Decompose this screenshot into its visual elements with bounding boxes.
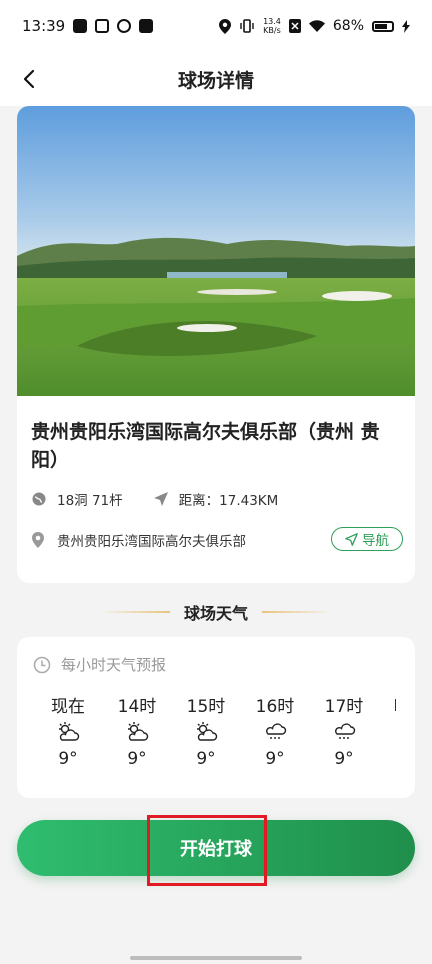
status-left: 13:39 (22, 17, 154, 35)
weather-section-header: 球场天气 (0, 598, 432, 626)
partly-cloudy-icon (33, 721, 103, 747)
highlight-annotation-box (147, 815, 267, 886)
hour-item-partial (395, 699, 402, 711)
battery-icon (372, 20, 394, 32)
hour-temp: 9° (265, 749, 285, 769)
net-speed: 13.4 KB/s (263, 17, 281, 35)
home-indicator (130, 956, 302, 960)
wifi-icon (308, 20, 325, 32)
course-name: 贵州贵阳乐湾国际高尔夫俱乐部（贵州 贵阳） (31, 421, 380, 471)
partly-cloudy-icon (102, 721, 172, 747)
hourly-forecast-header: 每小时天气预报 (33, 654, 166, 675)
status-right: 13.4 KB/s 68% (219, 17, 410, 35)
charging-icon (402, 19, 410, 33)
clock-icon (33, 656, 51, 673)
vibrate-icon (240, 19, 254, 33)
location-pin-icon (32, 532, 44, 548)
partly-cloudy-icon (171, 721, 241, 747)
hour-temp: 9° (196, 749, 216, 769)
hour-label: 现在 (51, 697, 85, 717)
mail-icon (139, 19, 154, 33)
course-address-row: 贵州贵阳乐湾国际高尔夫俱乐部 导航 (31, 527, 403, 551)
globe-icon (32, 492, 46, 506)
light-rain-icon (309, 721, 379, 747)
hour-item: 17时 9° (309, 695, 379, 771)
hour-item: 14时 9° (102, 695, 172, 771)
battery-percent: 68% (332, 18, 364, 34)
hour-label: 14时 (117, 697, 157, 717)
no-sim-icon (288, 19, 301, 33)
hour-label: 17时 (324, 697, 364, 717)
course-address: 贵州贵阳乐湾国际高尔夫俱乐部 (57, 534, 246, 550)
app-header: 球场详情 (0, 52, 432, 106)
divider-right (262, 611, 332, 613)
location-icon (219, 18, 232, 34)
course-meta: 18洞 71杆 距离：17.43KM (31, 489, 278, 509)
hour-item: 15时 9° (171, 695, 241, 771)
course-distance: 距离：17.43KM (178, 493, 279, 509)
navigate-label: 导航 (362, 533, 389, 549)
hour-item: 16时 9° (240, 695, 310, 771)
course-holes: 18洞 71杆 (57, 493, 123, 509)
hourly-forecast-label: 每小时天气预报 (61, 656, 167, 674)
hour-item: 现在 9° (33, 695, 103, 771)
light-rain-icon (240, 721, 310, 747)
tiktok-icon (73, 19, 88, 33)
weather-card: 每小时天气预报 现在 9° 14时 9° 15时 9° 16时 9° 17时 9… (17, 637, 415, 798)
course-photo (17, 106, 415, 396)
divider-left (99, 611, 170, 613)
page-title: 球场详情 (177, 69, 254, 92)
hour-label: 16时 (255, 697, 295, 717)
link-icon (117, 19, 132, 33)
store-icon (95, 19, 110, 33)
navigate-icon (345, 532, 358, 546)
back-arrow-icon (23, 69, 35, 89)
navigate-button[interactable]: 导航 (331, 527, 403, 551)
hourly-forecast-list[interactable]: 现在 9° 14时 9° 15时 9° 16时 9° 17时 9° (17, 695, 415, 785)
direction-icon (153, 492, 168, 506)
hour-temp: 9° (334, 749, 354, 769)
hour-temp: 9° (127, 749, 147, 769)
hour-temp: 9° (58, 749, 78, 769)
back-button[interactable] (14, 64, 44, 94)
net-speed-value: 13.4 (263, 17, 281, 26)
status-time: 13:39 (22, 17, 66, 35)
course-card: 贵州贵阳乐湾国际高尔夫俱乐部（贵州 贵阳） 18洞 71杆 距离：17.43KM… (17, 106, 415, 583)
weather-section-title: 球场天气 (183, 604, 248, 623)
status-bar: 13:39 13.4 KB/s 68% (0, 0, 432, 52)
hour-label: 15时 (186, 697, 226, 717)
net-speed-unit: KB/s (263, 26, 281, 35)
